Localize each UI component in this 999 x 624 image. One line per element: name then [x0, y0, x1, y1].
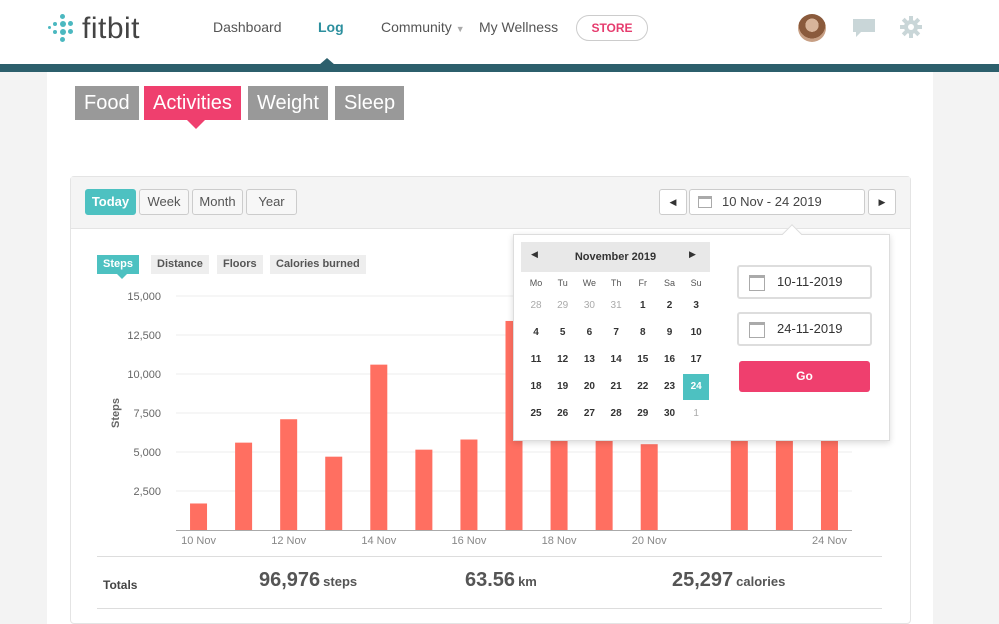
chart-bar[interactable] — [325, 456, 343, 530]
calendar-day[interactable]: 4 — [523, 320, 549, 346]
total-distance-unit: km — [518, 574, 537, 589]
calendar-day[interactable]: 27 — [576, 401, 602, 427]
y-tick-label: 5,000 — [133, 447, 161, 459]
calendar-day[interactable]: 21 — [603, 374, 629, 400]
calendar-weekday: Su — [690, 278, 702, 288]
total-calories-value: 25,297 — [672, 569, 734, 591]
calendar-weekday: Sa — [663, 278, 675, 288]
calendar-day[interactable]: 30 — [657, 401, 683, 427]
calendar-day[interactable]: 13 — [576, 347, 602, 373]
y-tick-label: 12,500 — [127, 330, 161, 342]
calendar-day[interactable]: 28 — [523, 293, 549, 319]
calendar-day[interactable]: 29 — [630, 401, 656, 427]
calendar-day[interactable]: 25 — [523, 401, 549, 427]
start-date-field[interactable]: 10-11-2019 — [737, 265, 872, 299]
chart-bar[interactable] — [370, 364, 388, 530]
calendar-day[interactable]: 22 — [630, 374, 656, 400]
chart-bar[interactable] — [820, 427, 838, 530]
calendar-weekday: We — [582, 278, 597, 288]
calendar-day[interactable]: 11 — [523, 347, 549, 373]
calendar-day[interactable]: 12 — [550, 347, 576, 373]
calendar-day[interactable]: 23 — [657, 374, 683, 400]
calendar-day[interactable]: 29 — [550, 293, 576, 319]
chart-bar[interactable] — [190, 503, 208, 530]
x-tick-label: 20 Nov — [632, 535, 667, 547]
next-month-icon[interactable]: ▶ — [689, 249, 696, 260]
y-tick-label: 15,000 — [127, 291, 161, 303]
chart-bar[interactable] — [640, 444, 658, 530]
end-date-field[interactable]: 24-11-2019 — [737, 312, 872, 346]
calendar-day[interactable]: 24 — [683, 374, 710, 400]
calendar-day[interactable]: 16 — [657, 347, 683, 373]
chart-bar[interactable] — [460, 439, 478, 530]
calendar-day[interactable]: 2 — [657, 293, 683, 319]
go-button[interactable]: Go — [739, 361, 870, 392]
calendar-day[interactable]: 6 — [576, 320, 602, 346]
x-tick-label: 18 Nov — [542, 535, 577, 547]
y-tick-label: 7,500 — [133, 408, 161, 420]
total-steps: 96,976 steps — [259, 569, 357, 592]
total-distance: 63.56 km — [465, 569, 537, 592]
x-tick-label: 14 Nov — [361, 535, 396, 547]
calendar-day[interactable]: 19 — [550, 374, 576, 400]
x-tick-label: 16 Nov — [452, 535, 487, 547]
total-calories-unit: calories — [736, 574, 786, 589]
totals-label: Totals — [103, 578, 138, 592]
y-tick-label: 10,000 — [127, 369, 161, 381]
calendar-day[interactable]: 7 — [603, 320, 629, 346]
calendar-day[interactable]: 30 — [576, 293, 602, 319]
calendar-icon — [749, 275, 765, 291]
calendar-day[interactable]: 20 — [576, 374, 602, 400]
y-axis-label: Steps — [110, 398, 122, 428]
calendar-day[interactable]: 5 — [550, 320, 576, 346]
total-steps-value: 96,976 — [259, 569, 321, 591]
calendar-weekday: Fr — [638, 278, 648, 288]
calendar-weekday: Mo — [529, 278, 543, 288]
calendar-day[interactable]: 31 — [603, 293, 629, 319]
calendar-header: ◀ November 2019 ▶ — [521, 242, 710, 272]
calendar-day[interactable]: 26 — [550, 401, 576, 427]
calendar-day[interactable]: 10 — [683, 320, 709, 346]
calendar-day[interactable]: 3 — [683, 293, 709, 319]
end-date-value: 24-11-2019 — [777, 321, 843, 336]
calendar-day[interactable]: 28 — [603, 401, 629, 427]
calendar-day[interactable]: 17 — [683, 347, 709, 373]
calendar-day[interactable]: 1 — [630, 293, 656, 319]
y-tick-label: 2,500 — [133, 486, 161, 498]
calendar-weekday: Th — [610, 278, 622, 288]
chart-bar[interactable] — [595, 433, 613, 530]
calendar-day[interactable]: 14 — [603, 347, 629, 373]
calendar-icon — [749, 322, 765, 338]
x-tick-label: 12 Nov — [271, 535, 306, 547]
totals-top-divider — [97, 556, 882, 557]
calendar-day[interactable]: 1 — [683, 401, 709, 427]
total-steps-unit: steps — [323, 574, 358, 589]
calendar-day[interactable]: 9 — [657, 320, 683, 346]
calendar-weekday: Tu — [557, 278, 568, 288]
calendar-day[interactable]: 15 — [630, 347, 656, 373]
x-tick-label: 24 Nov — [812, 535, 847, 547]
totals-bottom-divider — [97, 608, 882, 609]
calendar-day[interactable]: 8 — [630, 320, 656, 346]
chart-bar[interactable] — [415, 449, 433, 530]
start-date-value: 10-11-2019 — [777, 274, 843, 289]
calendar-day[interactable]: 18 — [523, 374, 549, 400]
x-tick-label: 10 Nov — [181, 535, 216, 547]
chart-bar[interactable] — [730, 428, 748, 530]
total-calories: 25,297 calories — [672, 569, 785, 592]
chart-bar[interactable] — [235, 442, 253, 530]
calendar-month-label: November 2019 — [574, 251, 657, 263]
chart-bar[interactable] — [280, 419, 298, 530]
total-distance-value: 63.56 — [465, 569, 516, 591]
